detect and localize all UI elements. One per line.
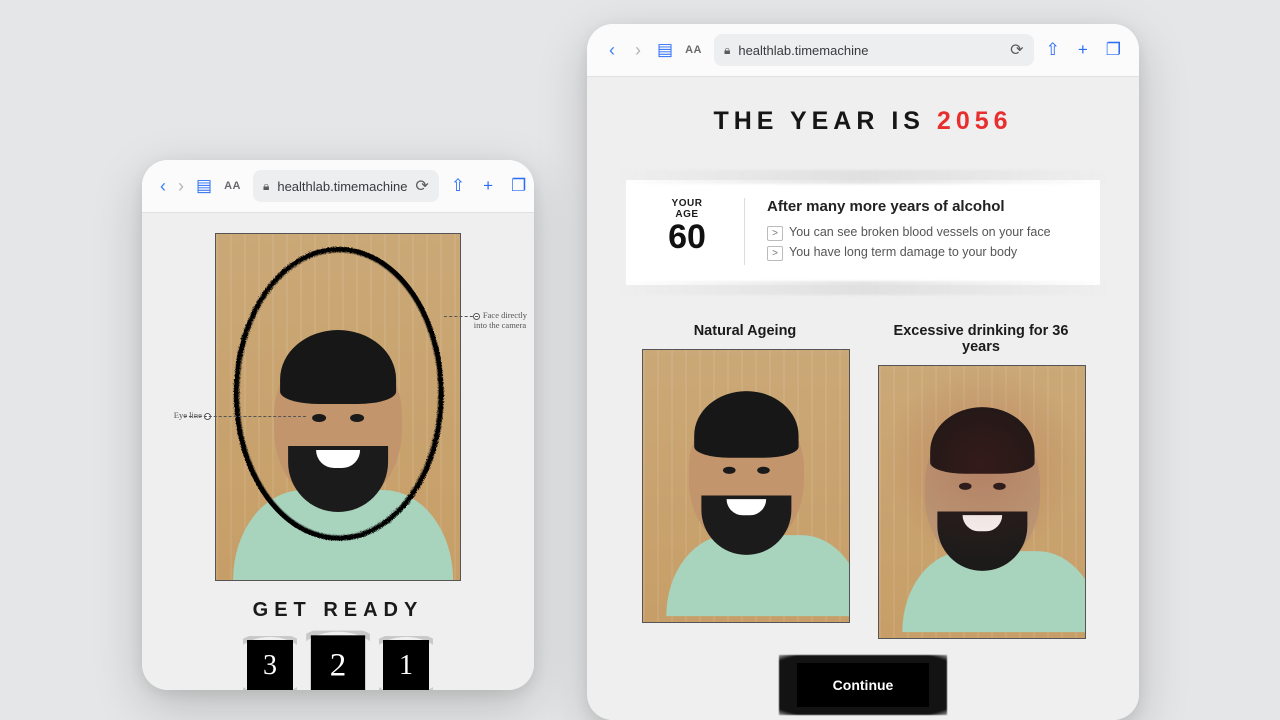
headline: THE YEAR IS 2056 — [613, 107, 1113, 136]
face-guide-oval — [233, 246, 443, 540]
browser-toolbar: ‹ › ▤ AA 🔒︎ healthlab.timemachine ⟳ ⇧ + … — [142, 160, 534, 213]
url-text: healthlab.timemachine — [738, 43, 868, 58]
card-title: After many more years of alcohol — [767, 198, 1051, 215]
callout-face-camera: Face directlyinto the camera — [462, 310, 534, 330]
portrait-natural — [642, 349, 850, 623]
countdown: 3 2 1 — [152, 640, 524, 690]
lock-icon: 🔒︎ — [263, 179, 269, 194]
age-card: YOUR AGE 60 After many more years of alc… — [626, 180, 1100, 285]
url-bar[interactable]: 🔒︎ healthlab.timemachine ⟳ — [714, 34, 1034, 66]
tablet-capture: ‹ › ▤ AA 🔒︎ healthlab.timemachine ⟳ ⇧ + … — [142, 160, 534, 690]
share-icon[interactable]: ⇧ — [451, 176, 465, 196]
tabs-icon[interactable]: ❐ — [511, 176, 526, 196]
tablet-result: ‹ › ▤ AA 🔒︎ healthlab.timemachine ⟳ ⇧ + … — [587, 24, 1139, 720]
tabs-icon[interactable]: ❐ — [1106, 40, 1121, 60]
count-3: 3 — [247, 640, 293, 690]
count-2: 2 — [311, 635, 365, 690]
url-text: healthlab.timemachine — [277, 179, 407, 194]
url-bar[interactable]: 🔒︎ healthlab.timemachine ⟳ — [253, 170, 439, 202]
textsize-icon[interactable]: AA — [224, 180, 241, 192]
book-icon[interactable]: ▤ — [196, 176, 212, 196]
portrait-excessive — [878, 365, 1086, 639]
result-screen: THE YEAR IS 2056 YOUR AGE 60 After many … — [587, 77, 1139, 720]
textsize-icon[interactable]: AA — [685, 44, 702, 56]
callout-eye-line: Eye line — [142, 410, 214, 420]
compare-label-excessive: Excessive drinking for 36 years — [878, 323, 1084, 355]
get-ready-heading: GET READY — [152, 599, 524, 622]
share-icon[interactable]: ⇧ — [1046, 40, 1060, 60]
forward-icon[interactable]: › — [178, 176, 184, 197]
forward-icon[interactable]: › — [631, 40, 645, 61]
book-icon[interactable]: ▤ — [657, 40, 673, 60]
card-bullet: You can see broken blood vessels on your… — [767, 225, 1051, 241]
back-icon[interactable]: ‹ — [160, 176, 166, 197]
card-bullet: You have long term damage to your body — [767, 245, 1051, 261]
browser-toolbar: ‹ › ▤ AA 🔒︎ healthlab.timemachine ⟳ ⇧ + … — [587, 24, 1139, 77]
age-block: YOUR AGE 60 — [648, 198, 745, 265]
comparison-row: Natural Ageing Excessive drinking for 36… — [613, 323, 1113, 639]
refresh-icon[interactable]: ⟳ — [415, 176, 428, 196]
back-icon[interactable]: ‹ — [605, 40, 619, 61]
newtab-icon[interactable]: + — [1078, 40, 1088, 60]
count-1: 1 — [383, 640, 429, 690]
camera-viewport: Eye line Face directlyinto the camera — [215, 233, 461, 581]
refresh-icon[interactable]: ⟳ — [1010, 40, 1023, 60]
age-value: 60 — [648, 218, 726, 257]
newtab-icon[interactable]: + — [483, 176, 493, 196]
compare-label-natural: Natural Ageing — [642, 323, 848, 339]
lock-icon: 🔒︎ — [724, 43, 730, 58]
continue-button[interactable]: Continue — [797, 663, 930, 707]
card-bullet-list: You can see broken blood vessels on your… — [767, 225, 1051, 261]
capture-screen: Eye line Face directlyinto the camera GE… — [142, 213, 534, 690]
